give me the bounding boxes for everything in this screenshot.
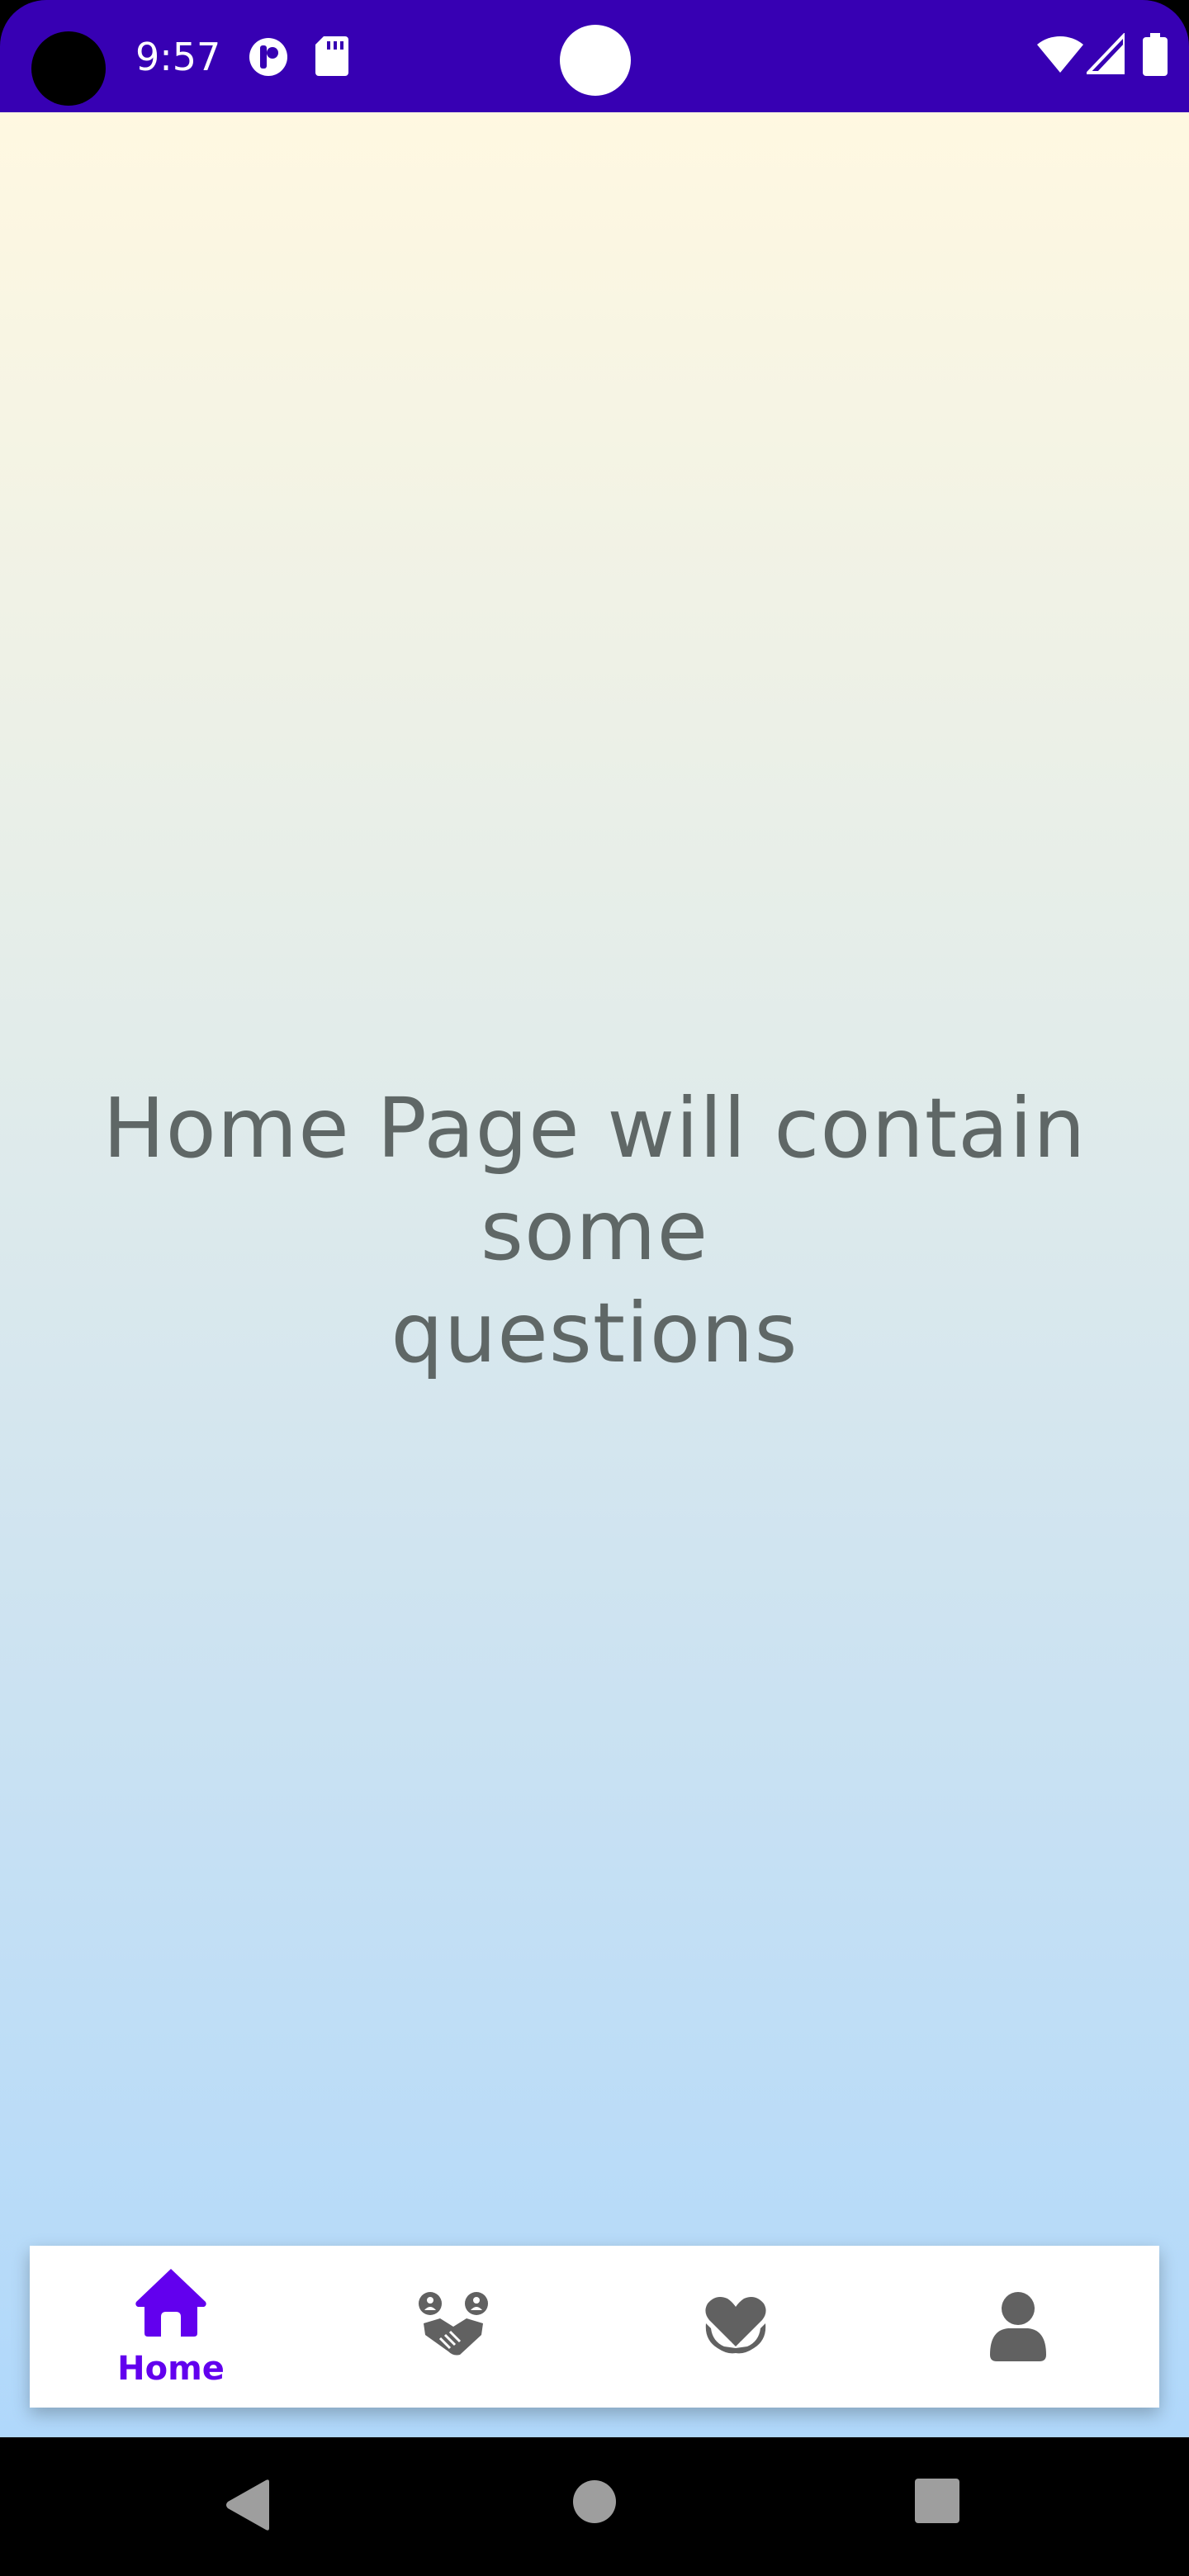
status-bar: 9:57 [0, 0, 1189, 112]
headline-line-2: questions [391, 1285, 798, 1381]
nav-item-profile[interactable] [877, 2246, 1159, 2408]
wifi-icon [1037, 36, 1083, 73]
nav-item-care[interactable] [594, 2246, 877, 2408]
back-icon[interactable] [225, 2479, 271, 2531]
sd-card-icon [315, 36, 348, 76]
recents-icon[interactable] [915, 2479, 959, 2523]
handshake-icon [419, 2292, 488, 2356]
battery-icon [1143, 33, 1168, 76]
status-time: 9:57 [135, 35, 221, 79]
nav-item-home[interactable]: Home [30, 2246, 312, 2408]
home-circle-icon[interactable] [571, 2479, 618, 2525]
main-content: Home Page will contain some questions [0, 112, 1189, 2437]
headline-line-1: Home Page will contain some [102, 1080, 1087, 1279]
nav-label-home: Home [117, 2350, 225, 2388]
system-navigation-bar [0, 2437, 1189, 2576]
page-headline: Home Page will contain some questions [0, 1077, 1189, 1385]
camera-cutout [31, 31, 106, 106]
status-center-dot [560, 25, 631, 96]
person-icon [990, 2292, 1046, 2361]
home-icon [135, 2269, 206, 2337]
nav-item-handshake[interactable] [312, 2246, 594, 2408]
signal-icon [1087, 33, 1125, 74]
bottom-navigation: Home [30, 2246, 1159, 2408]
heart-hands-icon [705, 2297, 766, 2354]
app-notification-icon [249, 38, 287, 76]
